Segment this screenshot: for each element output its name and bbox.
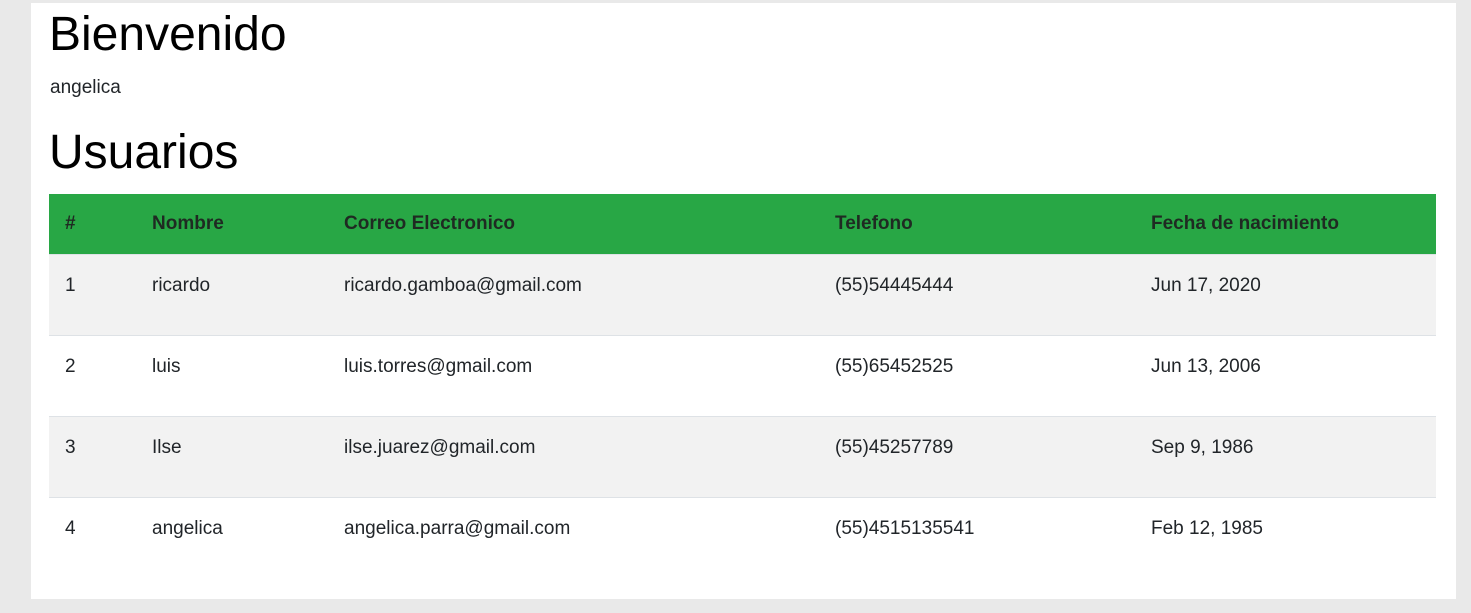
users-table: # Nombre Correo Electronico Telefono Fec… — [49, 194, 1436, 578]
users-title: Usuarios — [49, 126, 239, 179]
username-text: angelica — [50, 77, 121, 98]
cell-email: luis.torres@gmail.com — [344, 355, 533, 377]
cell-email: ilse.juarez@gmail.com — [344, 436, 536, 458]
cell-name: ricardo — [152, 274, 211, 296]
cell-birthdate: Feb 12, 1985 — [1151, 517, 1263, 539]
cell-birthdate: Sep 9, 1986 — [1151, 436, 1254, 458]
cell-phone: (55)45257789 — [835, 436, 954, 458]
cell-birthdate: Jun 13, 2006 — [1151, 355, 1261, 377]
table-row: 2 luis luis.torres@gmail.com (55)6545252… — [49, 335, 1436, 416]
cell-phone: (55)65452525 — [835, 355, 954, 377]
cell-number: 1 — [65, 274, 76, 296]
column-header-phone: Telefono — [835, 212, 913, 234]
cell-email: ricardo.gamboa@gmail.com — [344, 274, 582, 296]
cell-number: 2 — [65, 355, 76, 377]
users-table-header: # Nombre Correo Electronico Telefono Fec… — [49, 194, 1436, 254]
cell-number: 3 — [65, 436, 76, 458]
cell-birthdate: Jun 17, 2020 — [1151, 274, 1261, 296]
table-row: 3 Ilse ilse.juarez@gmail.com (55)4525778… — [49, 416, 1436, 497]
users-table-body: 1 ricardo ricardo.gamboa@gmail.com (55)5… — [49, 254, 1436, 578]
welcome-title: Bienvenido — [49, 8, 287, 61]
header-row: # Nombre Correo Electronico Telefono Fec… — [49, 194, 1436, 254]
cell-name: angelica — [152, 517, 223, 539]
cell-name: Ilse — [152, 436, 182, 458]
cell-phone: (55)54445444 — [835, 274, 954, 296]
cell-name: luis — [152, 355, 181, 377]
column-header-birthdate: Fecha de nacimiento — [1151, 212, 1339, 234]
table-row: 4 angelica angelica.parra@gmail.com (55)… — [49, 497, 1436, 578]
column-header-email: Correo Electronico — [344, 212, 516, 234]
cell-number: 4 — [65, 517, 76, 539]
table-row: 1 ricardo ricardo.gamboa@gmail.com (55)5… — [49, 254, 1436, 335]
column-header-name: Nombre — [152, 212, 224, 234]
column-header-number: # — [65, 212, 76, 234]
cell-phone: (55)4515135541 — [835, 517, 975, 539]
main-card: Bienvenido angelica Usuarios # Nombre Co… — [31, 3, 1456, 599]
cell-email: angelica.parra@gmail.com — [344, 517, 571, 539]
